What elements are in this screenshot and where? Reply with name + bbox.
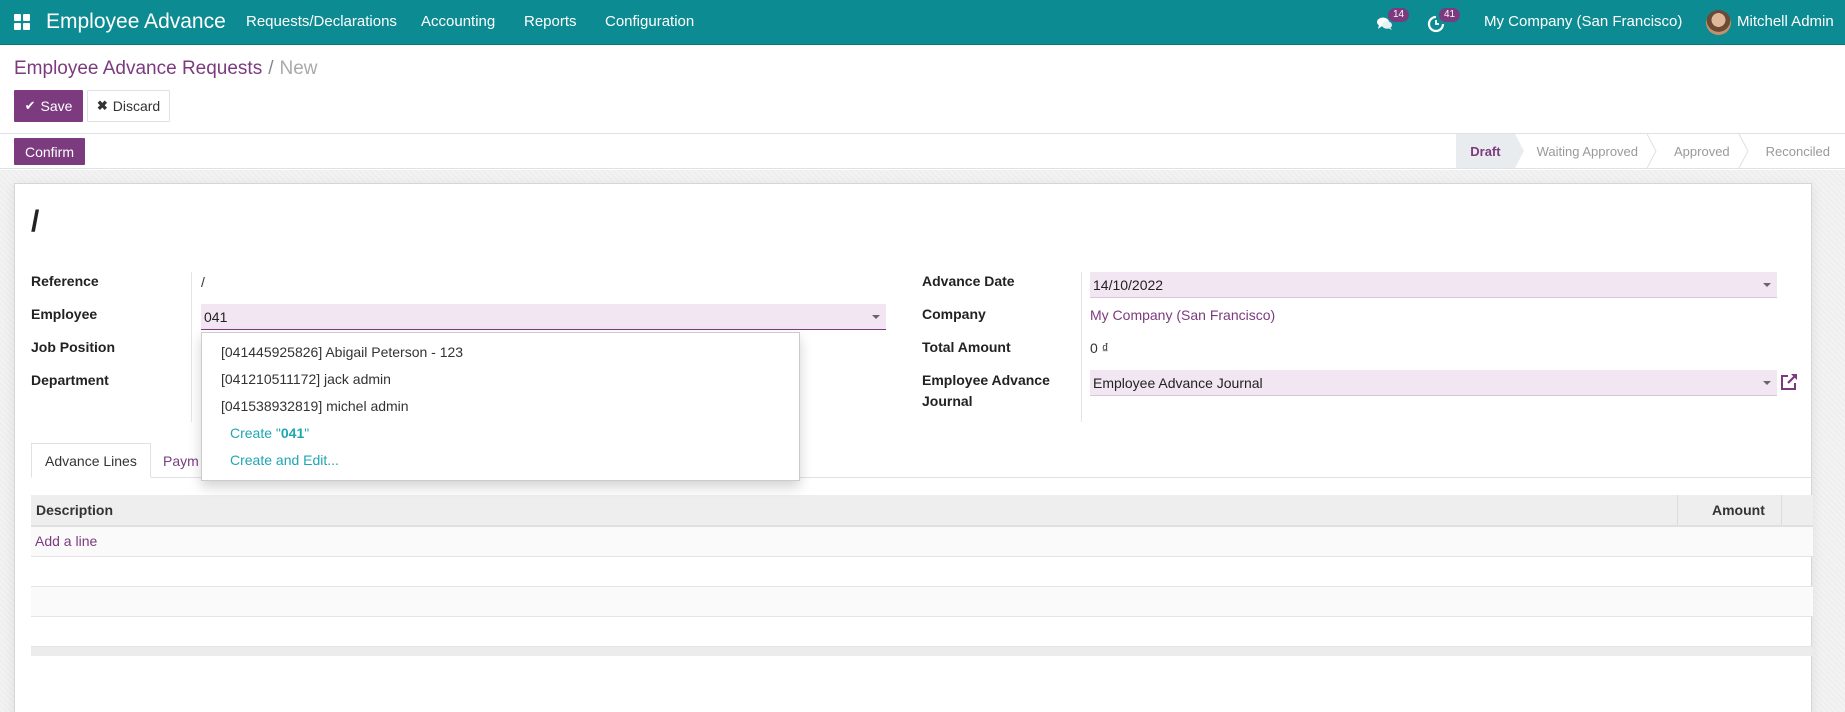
stage-reconciled-label: Reconciled — [1765, 143, 1830, 159]
create-and-edit-option[interactable]: Create and Edit... — [230, 452, 339, 468]
save-button[interactable]: ✔ Save — [14, 90, 83, 122]
reference-label: Reference — [31, 273, 99, 289]
breadcrumb-current: New — [279, 58, 318, 79]
table-row — [31, 587, 1813, 617]
autocomplete-option[interactable]: [041538932819] michel admin — [221, 398, 409, 414]
right-group-separator — [1081, 272, 1082, 422]
user-avatar[interactable] — [1706, 10, 1731, 35]
department-label: Department — [31, 372, 109, 388]
stage-draft[interactable]: Draft — [1456, 134, 1524, 168]
stage-draft-label: Draft — [1470, 143, 1501, 159]
save-label: Save — [40, 98, 73, 114]
caret-down-icon[interactable] — [1763, 283, 1771, 287]
autocomplete-option[interactable]: [041445925826] Abigail Peterson - 123 — [221, 344, 463, 360]
employee-input[interactable]: 041 — [201, 304, 886, 330]
discard-button[interactable]: ✖ Discard — [87, 90, 170, 122]
apps-menu-icon[interactable] — [14, 14, 30, 30]
add-line-link[interactable]: Add a line — [35, 533, 97, 549]
top-navbar: Employee Advance Requests/Declarations A… — [0, 0, 1845, 45]
app-title[interactable]: Employee Advance — [46, 10, 226, 34]
company-value[interactable]: My Company (San Francisco) — [1090, 307, 1275, 323]
menu-requests-declarations[interactable]: Requests/Declarations — [246, 13, 397, 30]
journal-label-line-2: Journal — [922, 393, 973, 409]
column-amount[interactable]: Amount — [1712, 495, 1765, 525]
reference-value: / — [201, 274, 205, 290]
create-option[interactable]: Create "041" — [230, 425, 309, 441]
user-menu[interactable]: Mitchell Admin — [1737, 13, 1834, 30]
statusbar-divider — [0, 168, 1845, 169]
check-icon: ✔ — [24, 98, 36, 113]
journal-input[interactable]: Employee Advance Journal — [1090, 370, 1777, 396]
column-description[interactable]: Description — [36, 495, 113, 525]
messages-button[interactable]: 14 — [1376, 8, 1410, 34]
caret-down-icon[interactable] — [872, 315, 880, 319]
status-bar: Draft Waiting Approved Approved Reconcil… — [1456, 134, 1845, 168]
total-amount-label: Total Amount — [922, 339, 1011, 355]
company-label: Company — [922, 306, 986, 322]
breadcrumb-separator: / — [268, 58, 274, 79]
advance-date-value: 14/10/2022 — [1093, 276, 1164, 293]
journal-label: Employee Advance Journal — [922, 370, 1050, 412]
left-group-separator — [191, 272, 192, 422]
journal-value: Employee Advance Journal — [1093, 374, 1263, 391]
breadcrumb-parent[interactable]: Employee Advance Requests — [14, 58, 262, 79]
stage-approved[interactable]: Approved — [1652, 134, 1749, 168]
job-position-label: Job Position — [31, 339, 115, 355]
record-title: / — [31, 205, 40, 238]
advance-date-input[interactable]: 14/10/2022 — [1090, 272, 1777, 298]
stage-arrow — [1514, 134, 1524, 168]
messages-count-badge: 14 — [1388, 8, 1410, 22]
menu-accounting[interactable]: Accounting — [421, 13, 495, 30]
table-footer — [31, 647, 1813, 656]
create-term: 041 — [280, 425, 305, 441]
menu-reports[interactable]: Reports — [524, 13, 577, 30]
tab-advance-lines[interactable]: Advance Lines — [31, 443, 151, 478]
stage-waiting-approved[interactable]: Waiting Approved — [1515, 134, 1657, 168]
table-header: Description Amount — [31, 495, 1813, 527]
autocomplete-option[interactable]: [041210511172] jack admin — [221, 371, 391, 387]
discard-label: Discard — [112, 98, 161, 114]
company-switcher[interactable]: My Company (San Francisco) — [1484, 13, 1682, 30]
table-row: Add a line — [31, 527, 1813, 557]
activities-button[interactable]: 41 — [1427, 8, 1461, 34]
employee-autocomplete-dropdown: [041445925826] Abigail Peterson - 123 [0… — [201, 332, 800, 481]
confirm-button[interactable]: Confirm — [14, 138, 85, 165]
column-separator — [1677, 495, 1678, 525]
menu-configuration[interactable]: Configuration — [605, 13, 694, 30]
table-row — [31, 557, 1813, 587]
close-icon: ✖ — [96, 98, 108, 113]
create-prefix: Create " — [230, 425, 281, 441]
employee-label: Employee — [31, 306, 98, 322]
create-suffix: " — [304, 425, 310, 441]
total-amount-value: 0 ₫ — [1090, 340, 1109, 356]
activities-count-badge: 41 — [1439, 8, 1461, 22]
external-link-icon[interactable] — [1779, 372, 1799, 392]
caret-down-icon[interactable] — [1763, 381, 1771, 385]
breadcrumb: Employee Advance Requests / New — [14, 58, 318, 80]
employee-input-value: 041 — [204, 308, 228, 325]
stage-approved-label: Approved — [1674, 143, 1730, 159]
table-row — [31, 617, 1813, 647]
column-separator — [1781, 495, 1782, 525]
journal-label-line-1: Employee Advance — [922, 372, 1050, 388]
stage-reconciled[interactable]: Reconciled — [1744, 134, 1845, 168]
stage-waiting-approved-label: Waiting Approved — [1536, 143, 1639, 159]
advance-date-label: Advance Date — [922, 273, 1015, 289]
